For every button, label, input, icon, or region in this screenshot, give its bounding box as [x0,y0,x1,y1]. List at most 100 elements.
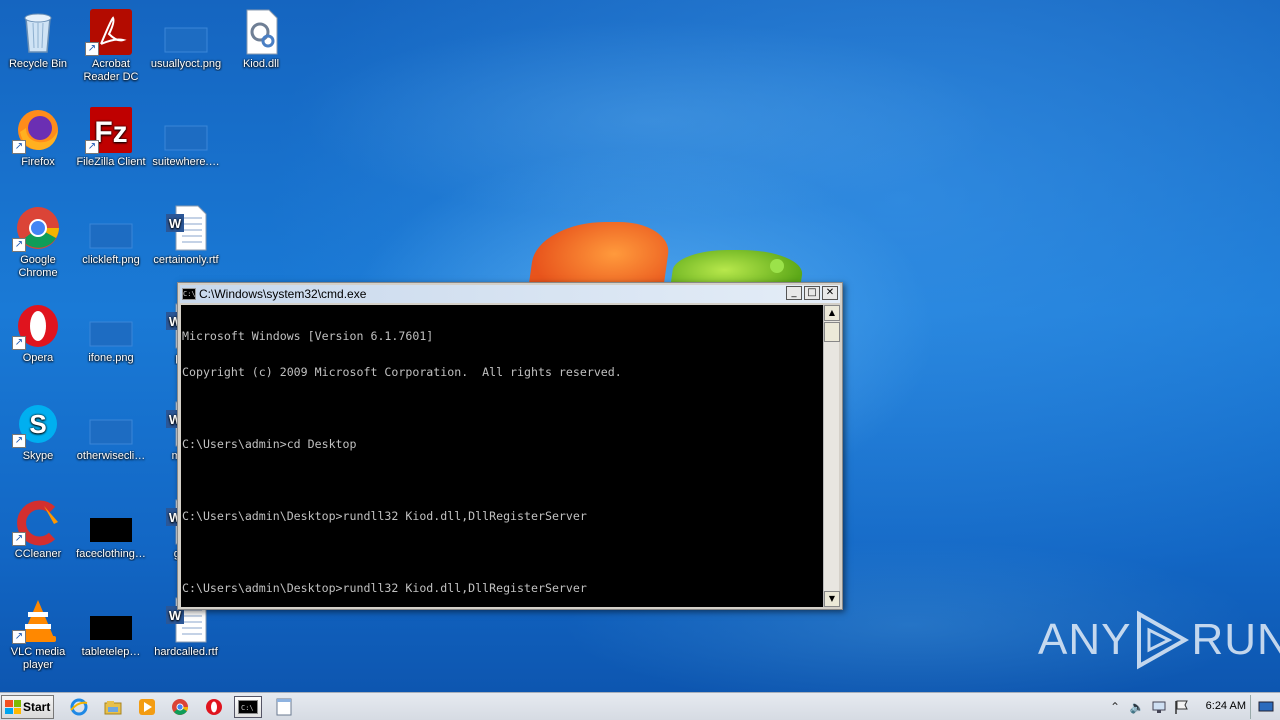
watermark-text-right: RUN [1191,615,1280,664]
shortcut-arrow-icon: ↗ [12,630,26,644]
image-file-icon [87,302,135,350]
desktop-icon-label: certainonly.rtf [153,254,219,266]
dll-file-icon [237,8,285,56]
desktop-icon-label: Recycle Bin [8,58,68,70]
desktop-icon-firefox[interactable]: ↗ Firefox [0,106,76,169]
vlc-icon: ↗ [12,596,62,644]
desktop-icon-ccleaner[interactable]: ↗ CCleaner [0,498,76,561]
desktop-icon-label: FileZilla Client [76,156,146,168]
image-file-icon [87,498,135,546]
desktop-icon-label: clickleft.png [82,254,140,266]
cmd-titlebar[interactable]: C:\ C:\Windows\system32\cmd.exe _ □ ✕ [180,285,840,303]
desktop-icon-label: VLC media player [10,646,66,671]
cmd-window[interactable]: C:\ C:\Windows\system32\cmd.exe _ □ ✕ Mi… [177,282,843,610]
shortcut-arrow-icon: ↗ [12,532,26,546]
image-file-icon [87,596,135,644]
show-desktop-button[interactable] [1250,695,1280,719]
ccleaner-icon: ↗ [12,498,62,546]
desktop-icon-label: faceclothing… [76,548,146,560]
word-document-icon: W [162,204,210,252]
cmd-icon[interactable]: C:\ [234,696,262,718]
desktop-icon-label: Google Chrome [18,254,58,279]
desktop-icon-chrome[interactable]: ↗ Google Chrome [0,204,76,280]
windows-logo-icon [5,700,21,714]
desktop-icon-faceclothing[interactable]: faceclothing… [73,498,149,561]
firefox-icon: ↗ [12,106,62,154]
minimize-button[interactable]: _ [786,286,802,300]
skype-icon: S ↗ [12,400,62,448]
chrome-icon: ↗ [12,204,62,252]
anyrun-watermark: ANY RUN [1038,608,1280,672]
cmd-window-title: C:\Windows\system32\cmd.exe [199,287,367,301]
shortcut-arrow-icon: ↗ [12,434,26,448]
desktop-icon-label: tabletelep… [81,646,141,658]
shortcut-arrow-icon: ↗ [85,42,99,56]
console-line: C:\Users\admin\Desktop>rundll32 Kiod.dll… [182,581,587,595]
desktop-icon-opera[interactable]: ↗ Opera [0,302,76,365]
image-file-icon [87,204,135,252]
desktop-icon-clickleft[interactable]: clickleft.png [73,204,149,267]
play-logo-icon [1137,610,1190,670]
opera-icon: ↗ [12,302,62,350]
recycle-bin-icon [14,8,62,56]
action-center-flag-icon[interactable] [1173,699,1189,715]
desktop-icon-label: otherwisecli… [76,450,146,462]
close-button[interactable]: ✕ [822,286,838,300]
console-line: C:\Users\admin\Desktop>rundll32 Kiod.dll… [182,509,587,523]
cmd-console-output[interactable]: Microsoft Windows [Version 6.1.7601] Cop… [181,305,823,607]
network-icon[interactable] [1151,699,1167,715]
desktop-icon-suitewhere[interactable]: suitewhere.… [148,106,224,169]
volume-icon[interactable]: 🔈 [1129,699,1145,715]
svg-text:S: S [29,409,46,439]
desktop[interactable]: Recycle Bin ↗ Firefox ↗ Google Chrome ↗ … [0,0,1280,692]
desktop-icon-acrobat[interactable]: ↗ Acrobat Reader DC [73,8,149,84]
explorer-icon[interactable] [101,696,125,718]
chrome-icon[interactable] [168,696,192,718]
notepad-icon[interactable] [272,696,296,718]
desktop-icon-vlc[interactable]: ↗ VLC media player [0,596,76,672]
desktop-icon-tabletelep[interactable]: tabletelep… [73,596,149,659]
clock[interactable]: 6:24 AM [1206,700,1246,712]
image-file-icon [162,8,210,56]
shortcut-arrow-icon: ↗ [12,238,26,252]
shortcut-arrow-icon: ↗ [85,140,99,154]
desktop-icon-label: ifone.png [88,352,134,364]
system-tray: ⌃ 🔈 6:24 AM [1105,693,1280,720]
desktop-icon-skype[interactable]: S ↗ Skype [0,400,76,463]
image-file-icon [87,400,135,448]
svg-text:W: W [169,216,182,231]
desktop-icon-filezilla[interactable]: Fz ↗ FileZilla Client [73,106,149,169]
console-line: C:\Users\admin>cd Desktop [182,437,357,451]
image-file-icon [162,106,210,154]
console-line: Copyright (c) 2009 Microsoft Corporation… [182,365,622,379]
show-hidden-icons-chevron-icon[interactable]: ⌃ [1107,699,1123,715]
watermark-text-left: ANY [1038,615,1132,664]
maximize-button[interactable]: □ [804,286,820,300]
desktop-icon-label: Firefox [21,156,55,168]
desktop-icon-kiod-dll[interactable]: Kiod.dll [223,8,299,71]
scroll-down-arrow-icon[interactable]: ▼ [824,591,840,607]
media-player-icon[interactable] [135,696,159,718]
scroll-up-arrow-icon[interactable]: ▲ [824,305,840,321]
ie-icon[interactable] [67,696,91,718]
desktop-icon-certainonly[interactable]: W certainonly.rtf [148,204,224,267]
desktop-icon-recycle-bin[interactable]: Recycle Bin [0,8,76,71]
desktop-icon-label: hardcalled.rtf [154,646,218,658]
desktop-icon-otherwisecli[interactable]: otherwisecli… [73,400,149,463]
desktop-icon-label: Kiod.dll [242,58,280,70]
filezilla-icon: Fz ↗ [85,106,135,154]
desktop-icon-label: suitewhere.… [152,156,220,168]
console-line: Microsoft Windows [Version 6.1.7601] [182,329,434,343]
desktop-icon-usuallyoct[interactable]: usuallyoct.png [148,8,224,71]
desktop-icon-label: usuallyoct.png [150,58,222,70]
cmd-vertical-scrollbar[interactable]: ▲ ▼ [823,305,840,607]
desktop-icon-label: Acrobat Reader DC [83,58,139,83]
shortcut-arrow-icon: ↗ [12,336,26,350]
desktop-icon-ifone[interactable]: ifone.png [73,302,149,365]
desktop-icon-label: Opera [22,352,54,364]
scroll-thumb[interactable] [824,322,840,342]
opera-icon[interactable] [202,696,226,718]
start-button[interactable]: Start [1,695,54,719]
